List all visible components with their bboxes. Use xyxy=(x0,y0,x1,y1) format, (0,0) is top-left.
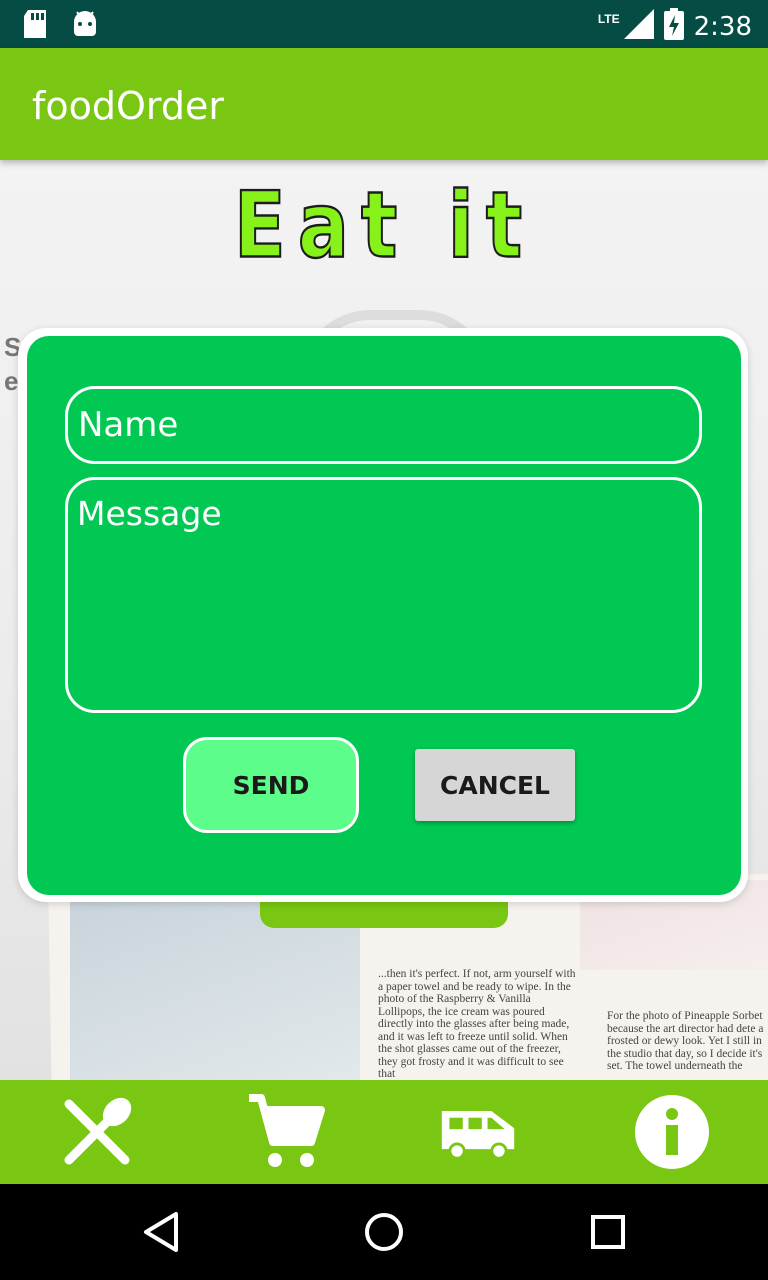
recents-icon xyxy=(591,1215,625,1249)
info-nav-button[interactable] xyxy=(632,1092,712,1172)
clock: 2:38 xyxy=(693,11,752,42)
dialog-body: SEND CANCEL xyxy=(27,336,741,895)
magazine-text-column-right: For the photo of Pineapple Sorbet becaus… xyxy=(607,1010,764,1072)
bottom-navigation xyxy=(0,1080,768,1184)
lte-signal-icon xyxy=(623,9,654,44)
app-title: foodOrder xyxy=(32,84,224,128)
contact-dialog: SEND CANCEL xyxy=(18,328,748,902)
name-input[interactable] xyxy=(65,386,702,464)
system-navigation-bar xyxy=(0,1184,768,1280)
eat-it-logo: Eat it xyxy=(233,170,535,279)
delivery-nav-button[interactable] xyxy=(438,1092,518,1172)
send-button[interactable]: SEND xyxy=(183,737,359,833)
cart-nav-button[interactable] xyxy=(245,1092,325,1172)
magazine-text-column: ...then it's perfect. If not, arm yourse… xyxy=(378,968,576,1080)
recents-button[interactable] xyxy=(584,1208,632,1256)
home-icon xyxy=(365,1213,403,1251)
app-bar: foodOrder xyxy=(0,48,768,160)
home-button[interactable] xyxy=(360,1208,408,1256)
fork-spoon-icon xyxy=(64,1097,132,1165)
delivery-van-icon xyxy=(441,1111,515,1160)
info-icon xyxy=(635,1095,709,1169)
cart-icon xyxy=(249,1094,325,1167)
menu-nav-button[interactable] xyxy=(57,1092,137,1172)
message-input[interactable] xyxy=(65,477,702,713)
battery-charging-icon xyxy=(663,8,684,45)
cancel-button[interactable]: CANCEL xyxy=(415,749,575,821)
back-button[interactable] xyxy=(138,1208,186,1256)
status-bar: LTE 2:38 xyxy=(0,0,768,48)
lte-label: LTE xyxy=(597,11,620,26)
sd-card-icon xyxy=(22,10,48,43)
green-strip xyxy=(260,900,508,928)
back-icon xyxy=(144,1212,178,1252)
android-icon xyxy=(72,10,98,43)
